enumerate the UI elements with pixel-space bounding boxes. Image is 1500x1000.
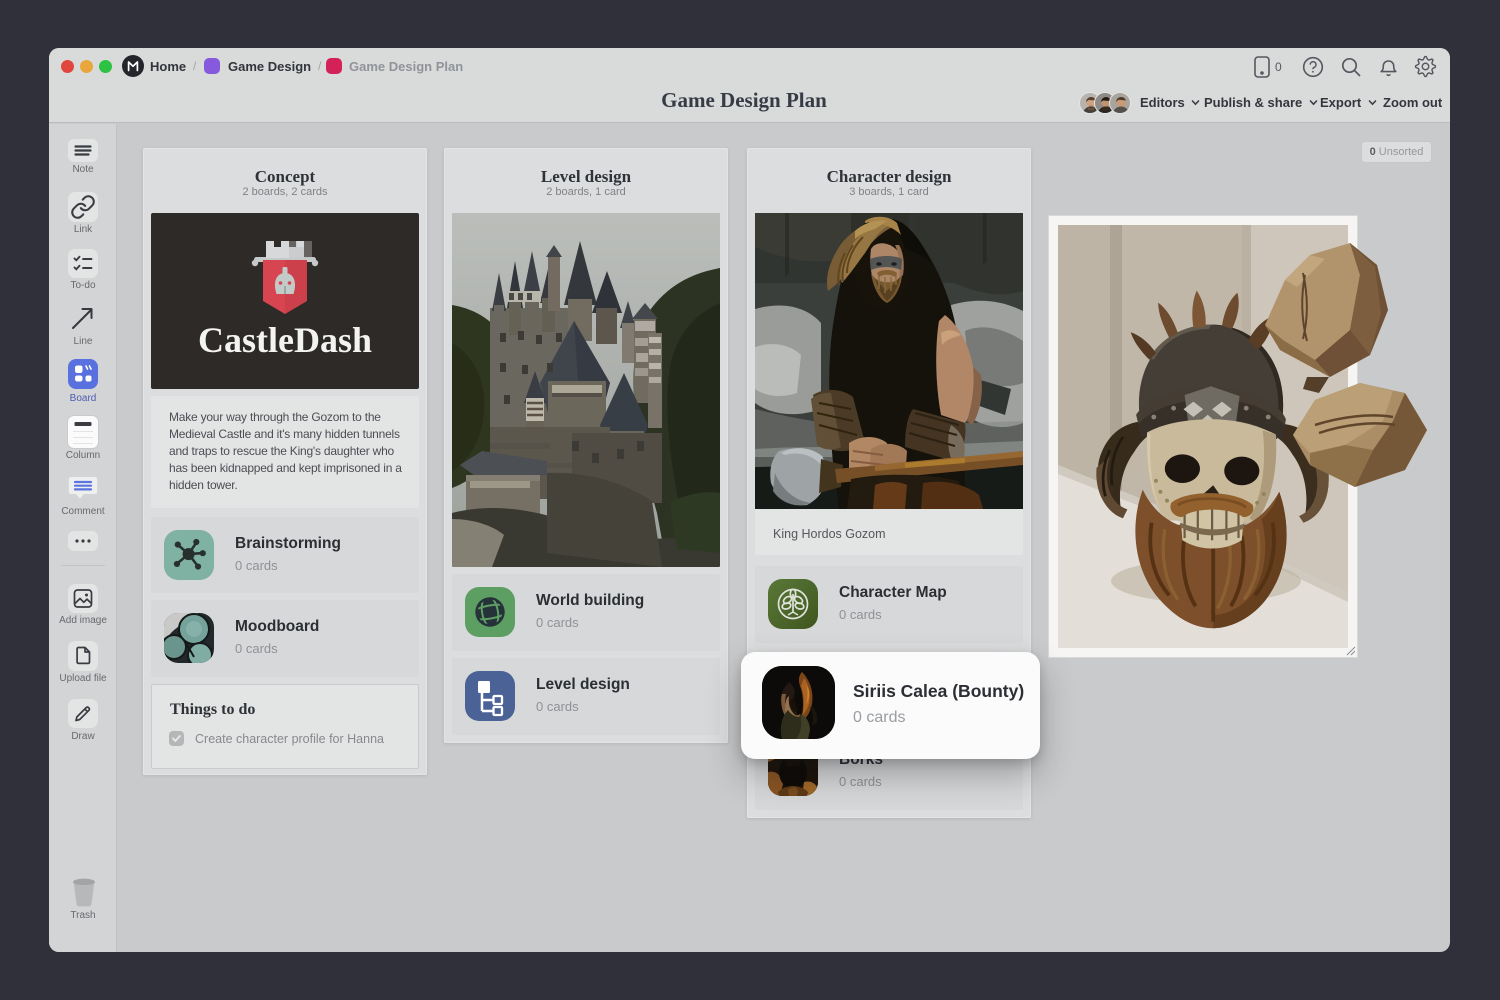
svg-text:CastleDash: CastleDash xyxy=(198,320,372,360)
